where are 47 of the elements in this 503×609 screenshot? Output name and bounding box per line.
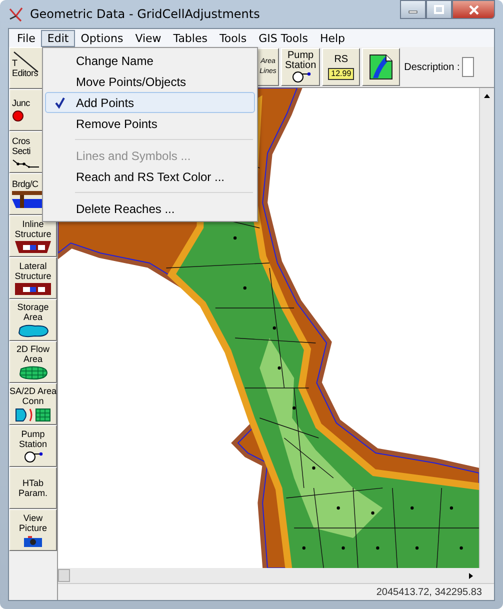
close-icon: [468, 4, 480, 14]
maximize-icon: [433, 4, 445, 14]
menu-item[interactable]: File: [11, 30, 42, 46]
menu-item[interactable]: Tools: [213, 30, 253, 46]
station-tag: 12.99: [328, 68, 354, 80]
mesh-icon: [18, 366, 48, 380]
polyline-icon: [12, 158, 40, 168]
junction-dot-icon: [12, 110, 24, 122]
menu-item[interactable]: Help: [314, 30, 352, 46]
minimize-button[interactable]: [400, 0, 426, 19]
description-field[interactable]: [462, 57, 474, 77]
menu-item[interactable]: GIS Tools: [252, 30, 314, 46]
up-arrow-icon: [483, 93, 491, 99]
toolbar-button[interactable]: HTab Param.: [9, 467, 57, 509]
connection-icon: [15, 408, 51, 422]
pump-icon: [22, 451, 44, 463]
menu-item[interactable]: Edit: [41, 30, 75, 46]
menu-item[interactable]: Options: [74, 30, 130, 46]
right-arrow-icon: [468, 572, 474, 580]
structure-icon: [15, 283, 51, 295]
toolbar-button[interactable]: [362, 48, 400, 86]
toolbar-button[interactable]: SA/2D Area Conn: [9, 383, 57, 425]
toolbar-button[interactable]: View Picture: [9, 509, 57, 551]
app-logo-icon: [8, 6, 24, 22]
toolbar-button[interactable]: 2D Flow Area: [9, 341, 57, 383]
vertical-scrollbar[interactable]: [479, 88, 494, 568]
map-icon: [369, 54, 394, 80]
pump-icon: [290, 71, 312, 83]
horizontal-scrollbar[interactable]: [58, 568, 494, 583]
structure-icon: [15, 241, 51, 253]
blob-icon: [17, 324, 49, 338]
menu-entry[interactable]: Add Points: [45, 92, 255, 113]
camera-icon: [23, 535, 43, 547]
toolbar-button[interactable]: Pump Station: [281, 48, 320, 86]
menu-item[interactable]: View: [129, 30, 168, 46]
scroll-thumb[interactable]: [58, 569, 70, 582]
menu-item[interactable]: Tables: [167, 30, 214, 46]
toolbar-button[interactable]: RS 12.99: [322, 48, 360, 86]
coordinates-text: 2045413.72, 342295.83: [376, 586, 482, 598]
toolbar-button[interactable]: Pump Station: [9, 425, 57, 467]
toolbar-button[interactable]: Storage Area: [9, 299, 57, 341]
window-title: Geometric Data - GridCellAdjustments: [30, 7, 261, 21]
maximize-button[interactable]: [426, 0, 452, 19]
description-label: Description :: [404, 62, 460, 72]
toolbar-button[interactable]: Lateral Structure: [9, 257, 57, 299]
toolbar-button[interactable]: Inline Structure: [9, 215, 57, 257]
close-button[interactable]: [452, 0, 495, 19]
